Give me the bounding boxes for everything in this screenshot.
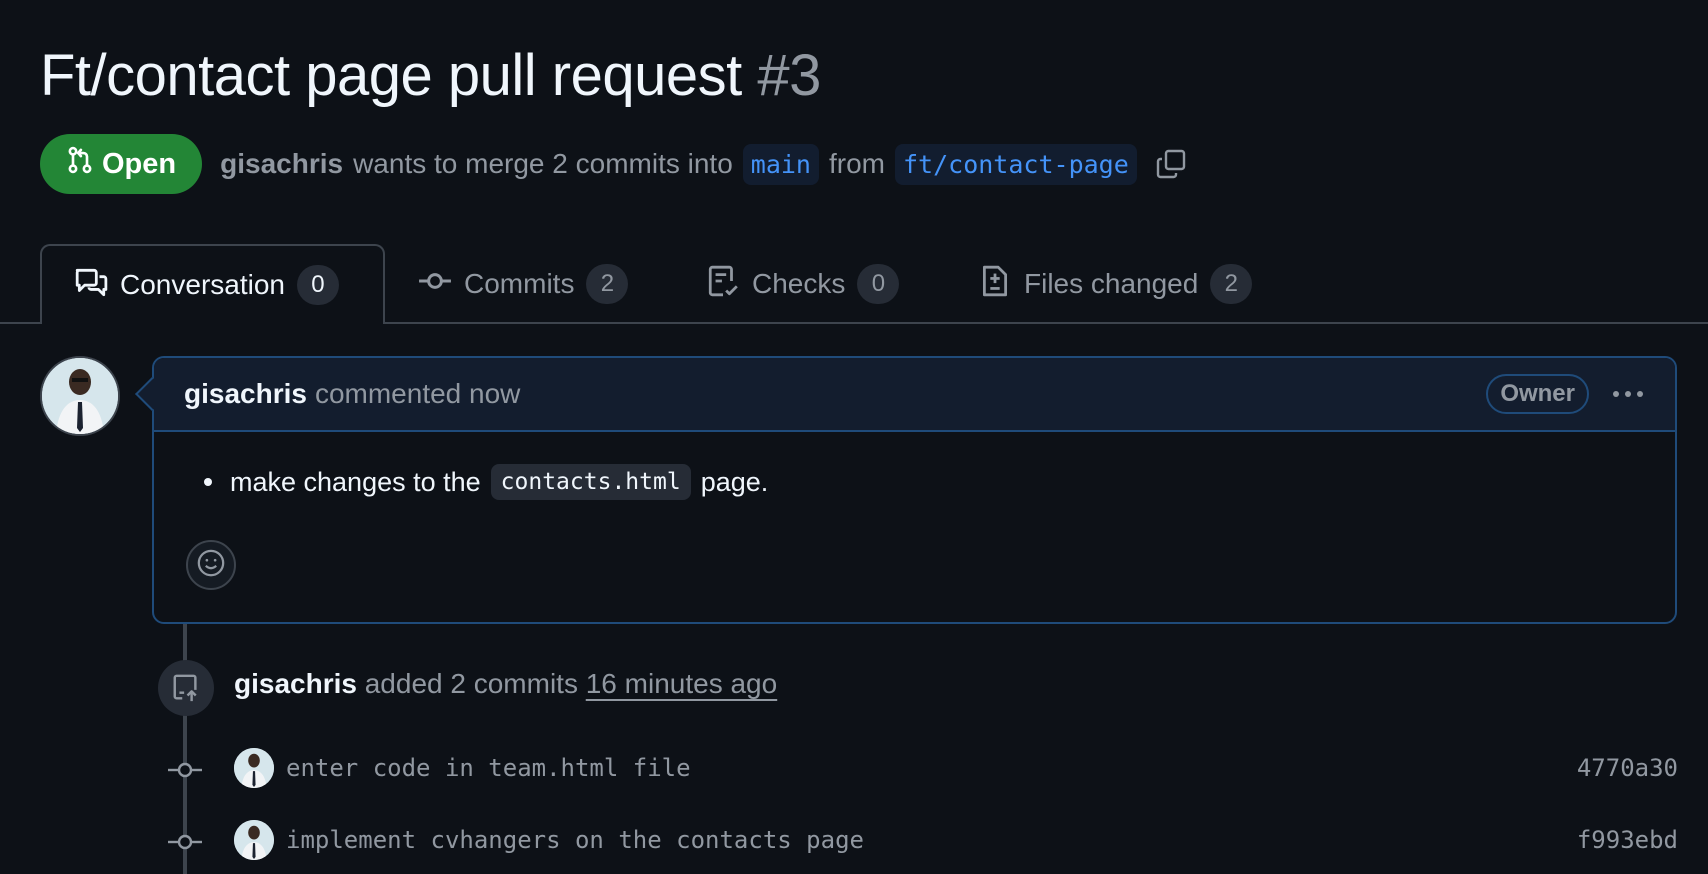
avatar[interactable] bbox=[234, 820, 274, 860]
copy-icon[interactable] bbox=[1155, 148, 1187, 180]
commit-message-link[interactable]: implement cvhangers on the contacts page bbox=[286, 826, 864, 854]
git-commit-icon bbox=[168, 758, 202, 787]
avatar[interactable] bbox=[234, 748, 274, 788]
comment-text-before: make changes to the bbox=[230, 466, 481, 497]
event-time-link[interactable]: 16 minutes ago bbox=[586, 668, 777, 699]
smiley-icon bbox=[196, 548, 226, 583]
tab-label: Commits bbox=[464, 268, 575, 299]
comment-card: gisachris commented now Owner make chang… bbox=[152, 356, 1677, 624]
tab-files-changed[interactable]: Files changed 2 bbox=[978, 244, 1253, 324]
tab-label: Files changed bbox=[1024, 268, 1199, 299]
page-title: Ft/contact page pull request #3 bbox=[40, 42, 821, 109]
kebab-horizontal-icon[interactable] bbox=[1611, 388, 1645, 400]
owner-badge: Owner bbox=[1486, 374, 1589, 414]
pr-meta: Open gisachris wants to merge 2 commits … bbox=[40, 134, 1187, 194]
tab-commits[interactable]: Commits 2 bbox=[418, 244, 629, 324]
list-bullet bbox=[204, 478, 212, 486]
tab-label: Conversation bbox=[120, 269, 285, 300]
tab-label: Checks bbox=[752, 268, 846, 299]
comment-text-after: page. bbox=[700, 466, 769, 497]
inline-code: contacts.html bbox=[490, 464, 691, 500]
from-text: from bbox=[829, 148, 885, 179]
repo-push-icon bbox=[158, 660, 214, 716]
comment-body: make changes to the contacts.html page. bbox=[194, 464, 768, 500]
event-author-link[interactable]: gisachris bbox=[234, 668, 357, 699]
tab-count: 2 bbox=[586, 264, 629, 304]
status-label: Open bbox=[102, 147, 177, 180]
pr-number: #3 bbox=[757, 43, 821, 108]
pr-tabs: Conversation 0 Commits 2 Checks 0 Files … bbox=[0, 244, 1708, 324]
add-reaction-button[interactable] bbox=[186, 540, 236, 590]
pr-summary-text: wants to merge 2 commits into bbox=[353, 148, 733, 179]
tab-conversation[interactable]: Conversation 0 bbox=[40, 244, 385, 324]
pr-title: Ft/contact page pull request bbox=[40, 43, 742, 108]
commit-sha-link[interactable]: 4770a30 bbox=[1577, 754, 1678, 782]
comment-time[interactable]: commented now bbox=[315, 378, 520, 410]
tab-count: 0 bbox=[857, 264, 900, 304]
status-badge: Open bbox=[40, 134, 203, 194]
head-branch[interactable]: ft/contact-page bbox=[895, 143, 1137, 185]
comment-author-link[interactable]: gisachris bbox=[184, 378, 307, 410]
avatar[interactable] bbox=[40, 356, 120, 436]
git-commit-icon bbox=[418, 264, 452, 305]
tab-count: 2 bbox=[1210, 264, 1253, 304]
git-commit-icon bbox=[168, 830, 202, 859]
file-diff-icon bbox=[978, 264, 1012, 305]
comment-discussion-icon bbox=[74, 265, 108, 306]
timeline-event: gisachris added 2 commits 16 minutes ago bbox=[234, 668, 777, 700]
checklist-icon bbox=[706, 264, 740, 305]
tab-checks[interactable]: Checks 0 bbox=[706, 244, 900, 324]
pull-request-icon bbox=[66, 146, 94, 182]
commit-row: enter code in team.html file 4770a30 bbox=[0, 746, 1708, 792]
event-action: added 2 commits bbox=[364, 668, 578, 699]
tab-count: 0 bbox=[296, 265, 339, 305]
comment-header: gisachris commented now Owner bbox=[154, 358, 1675, 432]
base-branch[interactable]: main bbox=[742, 143, 819, 185]
commit-message-link[interactable]: enter code in team.html file bbox=[286, 754, 691, 782]
commit-row: implement cvhangers on the contacts page… bbox=[0, 818, 1708, 864]
pr-author-link[interactable]: gisachris bbox=[220, 148, 343, 180]
commit-sha-link[interactable]: f993ebd bbox=[1577, 826, 1678, 854]
